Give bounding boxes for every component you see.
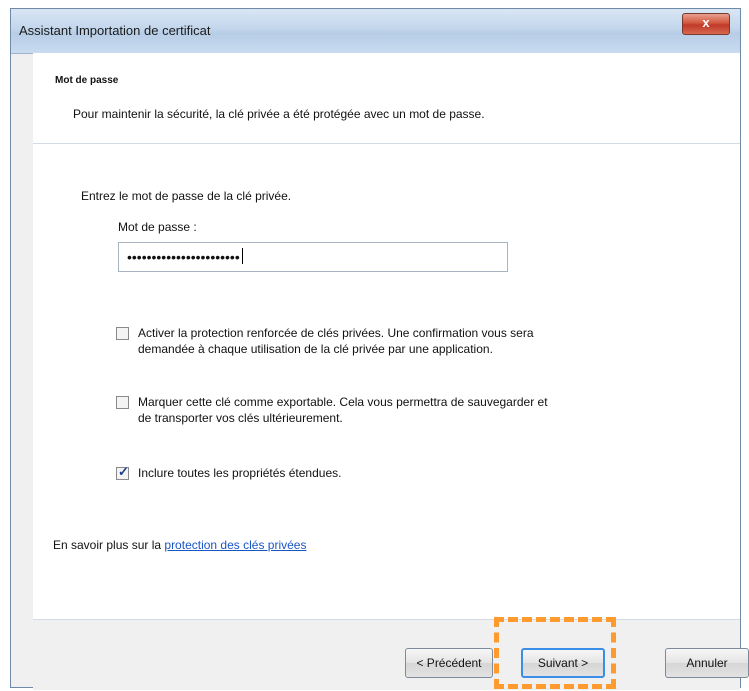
title-bar[interactable]: Assistant Importation de certificat x — [11, 9, 740, 54]
next-button-highlight — [494, 617, 616, 689]
window-title: Assistant Importation de certificat — [19, 23, 211, 38]
wizard-body: Entrez le mot de passe de la clé privée.… — [33, 144, 740, 619]
previous-button[interactable]: < Précédent — [405, 648, 493, 678]
cancel-button[interactable]: Annuler — [665, 648, 749, 678]
password-value: ••••••••••••••••••••••• — [127, 248, 243, 265]
close-icon: x — [702, 15, 710, 30]
checkbox-label: Inclure toutes les propriétés étendues. — [138, 466, 342, 480]
page-description: Pour maintenir la sécurité, la clé privé… — [73, 107, 485, 121]
password-label: Mot de passe : — [118, 220, 197, 234]
text-caret — [241, 248, 243, 264]
close-button[interactable]: x — [682, 13, 730, 35]
password-field[interactable]: ••••••••••••••••••••••• — [118, 242, 508, 272]
page-title: Mot de passe — [55, 75, 119, 86]
checkbox-label: Marquer cette clé comme exportable. Cela… — [138, 395, 548, 425]
private-key-protection-link[interactable]: protection des clés privées — [164, 538, 306, 552]
learn-more-text: En savoir plus sur la — [53, 538, 162, 552]
checkbox-label: Activer la protection renforcée de clés … — [138, 326, 534, 356]
learn-more: En savoir plus sur la protection des clé… — [53, 538, 306, 552]
certificate-import-dialog: Assistant Importation de certificat x Mo… — [10, 8, 749, 690]
exportable-checkbox[interactable] — [116, 396, 129, 409]
strong-protection-checkbox[interactable] — [116, 327, 129, 340]
password-prompt: Entrez le mot de passe de la clé privée. — [81, 189, 292, 203]
wizard-header: Mot de passe Pour maintenir la sécurité,… — [33, 53, 740, 144]
checkmark-icon: ✓ — [118, 464, 129, 479]
extended-properties-checkbox[interactable]: ✓ — [116, 464, 129, 480]
wizard-footer: < Précédent Suivant > Annuler — [33, 619, 749, 690]
